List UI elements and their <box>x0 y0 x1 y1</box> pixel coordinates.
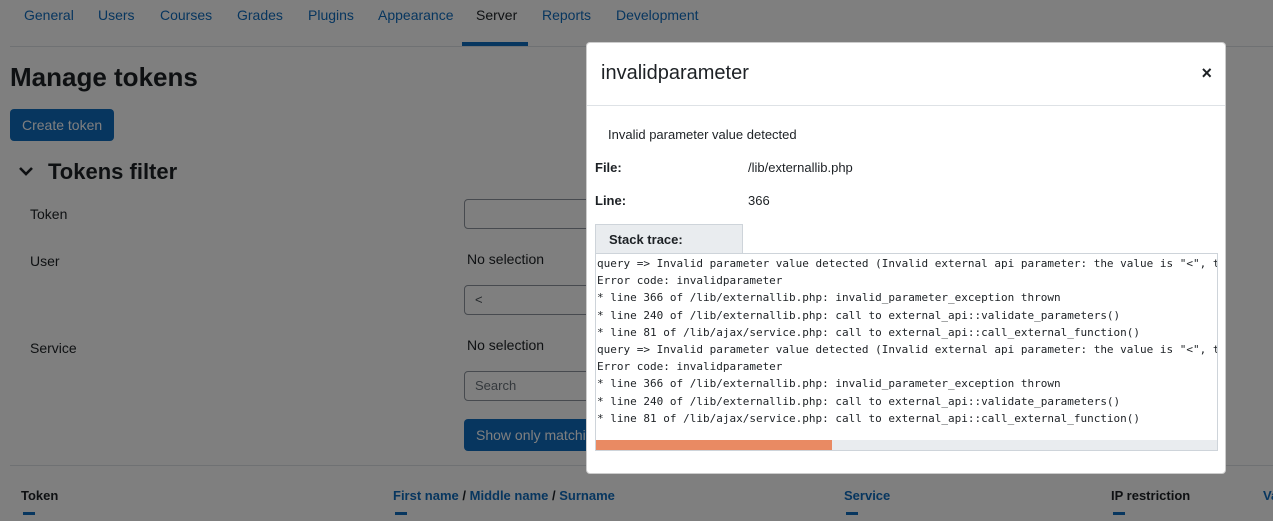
trace-line: Error code: invalidparameter <box>597 360 783 374</box>
trace-line: * line 81 of /lib/ajax/service.php: call… <box>597 411 1141 425</box>
error-dialog: invalidparameter × Invalid parameter val… <box>586 42 1226 474</box>
stack-trace-lines: query => Invalid parameter value detecte… <box>596 254 1217 427</box>
file-label: File: <box>595 160 622 175</box>
line-label: Line: <box>595 193 627 208</box>
dialog-header: invalidparameter × <box>587 43 1225 106</box>
dialog-title: invalidparameter <box>601 62 749 84</box>
trace-line: query => Invalid parameter value detecte… <box>597 257 1217 270</box>
trace-line: * line 366 of /lib/externallib.php: inva… <box>597 291 1061 305</box>
trace-line: * line 240 of /lib/externallib.php: call… <box>597 308 1121 322</box>
file-value: /lib/externallib.php <box>748 160 853 175</box>
line-value: 366 <box>748 193 770 208</box>
horizontal-scrollbar[interactable] <box>596 440 1217 450</box>
scrollbar-thumb[interactable] <box>596 440 832 450</box>
trace-line: Error code: invalidparameter <box>597 274 783 288</box>
stack-trace-tab[interactable]: Stack trace: <box>595 224 743 253</box>
trace-line: * line 81 of /lib/ajax/service.php: call… <box>597 325 1141 339</box>
trace-line: query => Invalid parameter value detecte… <box>597 343 1217 357</box>
close-icon[interactable]: × <box>1201 63 1212 83</box>
error-message: Invalid parameter value detected <box>608 127 797 142</box>
stack-trace-box[interactable]: query => Invalid parameter value detecte… <box>595 253 1218 451</box>
trace-line: * line 240 of /lib/externallib.php: call… <box>597 394 1121 408</box>
trace-line: * line 366 of /lib/externallib.php: inva… <box>597 377 1061 391</box>
